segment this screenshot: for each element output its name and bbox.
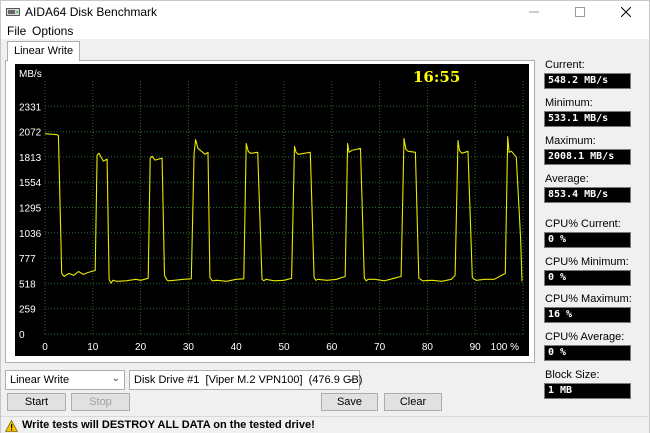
y-tick-label: 518 <box>19 279 36 290</box>
x-tick-label: 30 <box>183 342 195 353</box>
title-bar: AIDA64 Disk Benchmark <box>1 1 649 23</box>
stat-label: CPU% Average: <box>545 331 625 343</box>
stat-label: Average: <box>545 173 589 185</box>
menu-file[interactable]: File <box>7 24 26 38</box>
clear-button-label: Clear <box>399 396 427 408</box>
x-tick-label: 70 <box>374 342 386 353</box>
menu-options[interactable]: Options <box>32 24 73 38</box>
y-tick-label: 1813 <box>19 153 42 164</box>
x-tick-label: 100 % <box>491 342 519 353</box>
chevron-down-icon: ⌄ <box>346 373 355 384</box>
stat-label: Minimum: <box>545 97 593 109</box>
window-title: AIDA64 Disk Benchmark <box>25 5 158 19</box>
minimize-button[interactable] <box>511 1 557 23</box>
app-window: AIDA64 Disk Benchmark File Options Linea… <box>0 0 650 433</box>
y-tick-label: 259 <box>19 305 36 316</box>
tab-linear-write[interactable]: Linear Write <box>7 41 81 61</box>
stop-button-label: Stop <box>89 396 112 408</box>
stat-label: CPU% Minimum: <box>545 256 629 268</box>
test-select[interactable]: Linear Write ⌄ <box>5 370 125 390</box>
stat-value: 2008.1 MB/s <box>544 149 631 165</box>
stat-label: Block Size: <box>545 369 600 381</box>
clear-button[interactable]: Clear <box>384 393 442 411</box>
y-tick-label: 2072 <box>19 128 42 139</box>
start-button-label: Start <box>24 396 49 408</box>
y-tick-label: 777 <box>19 254 36 265</box>
y-tick-label: 2331 <box>19 102 42 113</box>
chart-background <box>15 64 529 356</box>
close-button[interactable] <box>603 1 649 23</box>
stat-value: 0 % <box>544 232 631 248</box>
y-tick-label: 0 <box>19 330 25 341</box>
x-tick-label: 90 <box>470 342 482 353</box>
drive-select[interactable]: Disk Drive #1 [Viper M.2 VPN100] (476.9 … <box>129 370 363 390</box>
menu-bar: File Options <box>1 23 649 39</box>
stat-value: 548.2 MB/s <box>544 73 631 89</box>
x-tick-label: 40 <box>231 342 243 353</box>
chevron-down-icon: ⌄ <box>111 373 120 384</box>
stat-value: 533.1 MB/s <box>544 111 631 127</box>
maximize-button[interactable] <box>557 1 603 23</box>
stat-label: CPU% Maximum: <box>545 293 632 305</box>
x-tick-label: 10 <box>87 342 99 353</box>
stat-label: Maximum: <box>545 135 596 147</box>
x-tick-label: 0 <box>42 342 48 353</box>
time-label: 16:55 <box>413 68 460 86</box>
stat-value: 0 % <box>544 270 631 286</box>
x-tick-label: 20 <box>135 342 147 353</box>
hard-disk-icon <box>6 8 20 16</box>
y-tick-label: 1295 <box>19 204 42 215</box>
close-icon <box>621 7 631 17</box>
y-axis-unit-label: MB/s <box>19 69 42 80</box>
stat-value: 0 % <box>544 345 631 361</box>
maximize-icon <box>575 7 585 17</box>
stat-label: CPU% Current: <box>545 218 621 230</box>
start-button[interactable]: Start <box>7 393 66 411</box>
status-bar: Write tests will DESTROY ALL DATA on the… <box>1 416 649 433</box>
x-tick-label: 80 <box>422 342 434 353</box>
minimize-icon <box>529 11 539 13</box>
y-tick-label: 1036 <box>19 229 42 240</box>
stat-value: 1 MB <box>544 383 631 399</box>
test-select-value: Linear Write <box>10 374 70 386</box>
warning-icon <box>5 420 18 432</box>
stat-label: Current: <box>545 59 585 71</box>
x-tick-label: 50 <box>278 342 290 353</box>
stat-value: 16 % <box>544 307 631 323</box>
warning-text: Write tests will DESTROY ALL DATA on the… <box>22 419 315 431</box>
y-tick-label: 1554 <box>19 178 42 189</box>
benchmark-chart: 2331 2072 1813 1554 1295 1036 777 518 259 0 0 10 20 3… <box>15 64 529 356</box>
save-button[interactable]: Save <box>321 393 378 411</box>
stop-button[interactable]: Stop <box>71 393 130 411</box>
stat-value: 853.4 MB/s <box>544 187 631 203</box>
drive-select-value: Disk Drive #1 [Viper M.2 VPN100] (476.9 … <box>134 374 363 386</box>
save-button-label: Save <box>336 396 363 408</box>
x-tick-label: 60 <box>326 342 338 353</box>
